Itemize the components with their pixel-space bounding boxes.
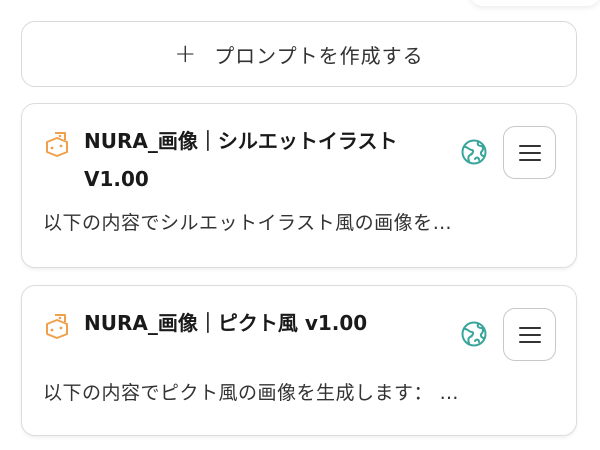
prompt-title-line1: NURA_画像｜シルエットイラスト bbox=[84, 129, 398, 153]
prompt-title[interactable]: NURA_画像｜ピクト風 v1.00 bbox=[84, 304, 456, 342]
globe-icon bbox=[461, 321, 487, 347]
prompt-description: 以下の内容でシルエットイラスト風の画像を… bbox=[43, 212, 453, 234]
hamburger-menu-icon bbox=[518, 326, 541, 343]
top-floating-element bbox=[470, 0, 600, 6]
dice-icon bbox=[46, 314, 68, 339]
prompt-description: 以下の内容でピクト風の画像を生成します： … bbox=[43, 382, 460, 404]
prompt-card[interactable]: NURA_画像｜ピクト風 v1.00 以下の内容でピクト風の画像を生成します： … bbox=[21, 285, 577, 436]
prompt-menu-button[interactable] bbox=[503, 308, 556, 361]
prompt-title-line2: V1.00 bbox=[84, 167, 149, 191]
prompt-card[interactable]: NURA_画像｜シルエットイラスト V1.00 以下の内容でシルエットイラスト風… bbox=[21, 103, 577, 268]
dice-icon bbox=[46, 132, 68, 157]
prompt-title[interactable]: NURA_画像｜シルエットイラスト V1.00 bbox=[84, 122, 456, 198]
create-prompt-label: プロンプトを作成する bbox=[214, 43, 424, 68]
prompt-title-line1: NURA_画像｜ピクト風 v1.00 bbox=[84, 311, 368, 335]
hamburger-menu-icon bbox=[518, 144, 541, 161]
prompt-menu-button[interactable] bbox=[503, 126, 556, 179]
prompt-list-page: + プロンプトを作成する NURA_画像｜シルエットイラスト V1.00 以下の… bbox=[0, 0, 600, 450]
globe-icon bbox=[461, 139, 487, 165]
plus-icon: + bbox=[174, 39, 197, 69]
create-prompt-button[interactable]: + プロンプトを作成する bbox=[21, 21, 577, 87]
